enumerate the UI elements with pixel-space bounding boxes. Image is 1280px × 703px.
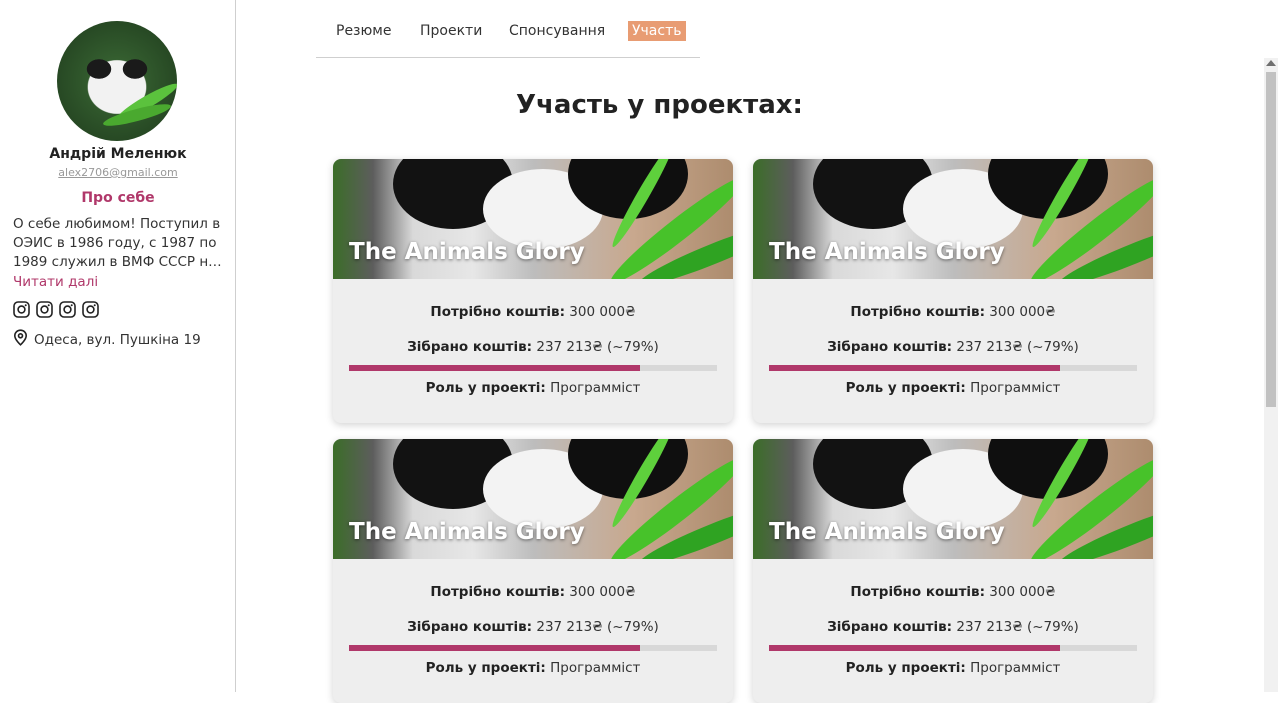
needed-funds: Потрібно коштів: 300 000₴ (430, 584, 636, 600)
project-title: The Animals Glory (349, 519, 585, 545)
about-text: О себе любимом! Поступил в ОЭИС в 1986 г… (13, 216, 221, 270)
raised-funds: Зібрано коштів: 237 213₴ (~79%) (407, 619, 659, 635)
project-card[interactable]: The Animals Glory Потрібно коштів: 300 0… (333, 159, 733, 423)
project-role: Роль у проекті: Программіст (845, 660, 1061, 676)
instagram-icon[interactable] (59, 301, 76, 318)
project-card[interactable]: The Animals Glory Потрібно коштів: 300 0… (753, 159, 1153, 423)
social-links (13, 301, 99, 318)
needed-funds: Потрібно коштів: 300 000₴ (850, 304, 1056, 320)
project-image: The Animals Glory (333, 159, 733, 279)
funding-progress-bar (769, 645, 1137, 651)
profile-name: Андрій Меленюк (49, 146, 187, 162)
tab-participation[interactable]: Участь (628, 21, 686, 41)
raised-funds: Зібрано коштів: 237 213₴ (~79%) (407, 339, 659, 355)
project-title: The Animals Glory (769, 239, 1005, 265)
project-role: Роль у проекті: Программіст (845, 380, 1061, 396)
project-title: The Animals Glory (769, 519, 1005, 545)
tab-projects[interactable]: Проекти (416, 21, 486, 41)
address-text: Одеса, вул. Пушкіна 19 (34, 331, 201, 348)
funding-progress-bar (349, 645, 717, 651)
instagram-icon[interactable] (36, 301, 53, 318)
scroll-up-arrow-icon[interactable] (1266, 60, 1276, 66)
funding-progress-bar (349, 365, 717, 371)
needed-funds: Потрібно коштів: 300 000₴ (430, 304, 636, 320)
page-title: Участь у проектах: (516, 90, 803, 120)
raised-funds: Зібрано коштів: 237 213₴ (~79%) (827, 619, 1079, 635)
raised-funds: Зібрано коштів: 237 213₴ (~79%) (827, 339, 1079, 355)
address: Одеса, вул. Пушкіна 19 (13, 329, 201, 350)
project-role: Роль у проекті: Программіст (425, 380, 641, 396)
profile-tabs: Резюме Проекти Спонсування Участь (316, 18, 700, 58)
profile-sidebar: Андрій Меленюк alex2706@gmail.com Про се… (0, 0, 236, 692)
project-card[interactable]: The Animals Glory Потрібно коштів: 300 0… (753, 439, 1153, 703)
project-title: The Animals Glory (349, 239, 585, 265)
avatar (57, 21, 177, 141)
project-image: The Animals Glory (753, 439, 1153, 559)
project-image: The Animals Glory (333, 439, 733, 559)
project-card[interactable]: The Animals Glory Потрібно коштів: 300 0… (333, 439, 733, 703)
read-more-link[interactable]: Читати далі (13, 274, 98, 290)
needed-funds: Потрібно коштів: 300 000₴ (850, 584, 1056, 600)
project-role: Роль у проекті: Программіст (425, 660, 641, 676)
instagram-icon[interactable] (82, 301, 99, 318)
tab-sponsorship[interactable]: Спонсування (505, 21, 609, 41)
profile-email[interactable]: alex2706@gmail.com (0, 166, 236, 179)
about-title: Про себе (81, 190, 155, 206)
tab-resume[interactable]: Резюме (332, 21, 395, 41)
instagram-icon[interactable] (13, 301, 30, 318)
project-image: The Animals Glory (753, 159, 1153, 279)
scrollbar-thumb[interactable] (1266, 72, 1276, 407)
location-pin-icon (13, 329, 28, 350)
funding-progress-bar (769, 365, 1137, 371)
